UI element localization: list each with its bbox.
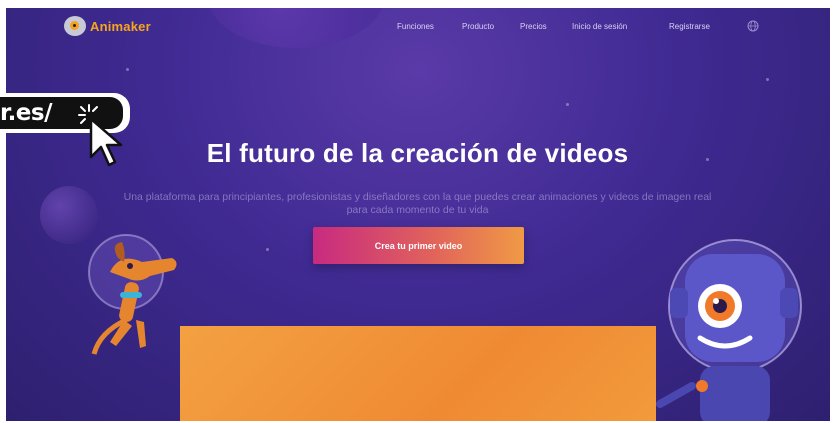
star-decoration [126, 68, 129, 71]
create-first-video-button[interactable]: Crea tu primer video [313, 227, 524, 264]
nav-link-precios[interactable]: Precios [520, 22, 547, 31]
top-nav: Animaker Funciones Producto Precios Inic… [6, 8, 830, 44]
nav-link-register[interactable]: Registrarse [669, 22, 710, 31]
globe-icon[interactable] [747, 20, 759, 32]
url-fragment-text: r.es/ [0, 100, 53, 126]
click-cursor-icon [78, 104, 123, 167]
nav-link-login[interactable]: Inicio de sesión [572, 22, 627, 31]
nav-links: Funciones Producto Precios Inicio de ses… [6, 22, 830, 36]
nav-link-funciones[interactable]: Funciones [397, 22, 434, 31]
star-decoration [566, 103, 569, 106]
nav-link-producto[interactable]: Producto [462, 22, 494, 31]
video-preview-panel[interactable] [180, 326, 656, 421]
robot-astronaut-illustration [656, 239, 802, 421]
star-decoration [766, 78, 769, 81]
dog-astronaut-illustration [88, 234, 177, 355]
animaker-landing-page: Animaker Funciones Producto Precios Inic… [6, 8, 830, 421]
star-decoration [266, 248, 269, 251]
hero-title: El futuro de la creación de videos [206, 138, 629, 168]
hero-subtitle: Una plataforma para principiantes, profe… [123, 191, 712, 216]
